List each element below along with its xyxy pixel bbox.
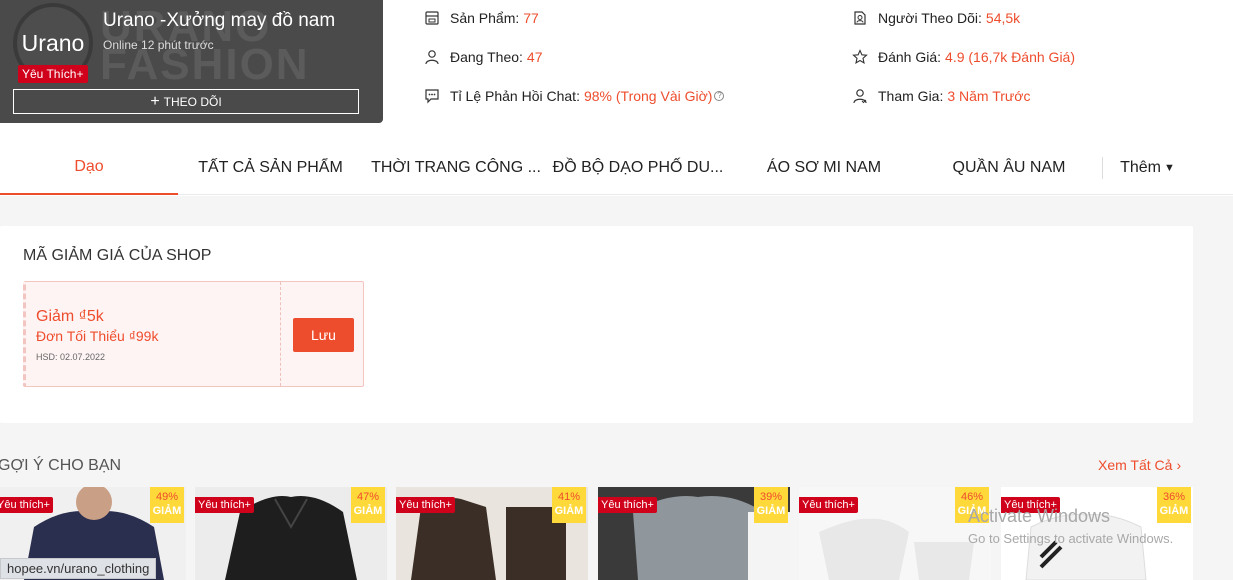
save-voucher-button[interactable]: Lưu — [293, 318, 354, 352]
tab-all-products[interactable]: TẤT CẢ SẢN PHẨM — [188, 140, 353, 195]
shop-card: URANO FASHION Urano Yêu Thích+ Urano -Xư… — [0, 0, 383, 123]
online-status: Online 12 phút trước — [103, 38, 214, 52]
discount-badge: 41% GIẢM — [552, 487, 586, 523]
voucher-card: Giảm ₫5k Đơn Tối Thiểu ₫99k HSD: 02.07.2… — [23, 281, 364, 387]
voucher-expiry: HSD: 02.07.2022 — [36, 352, 106, 362]
preferred-tag: Yêu thích+ — [0, 497, 53, 513]
followers-icon — [854, 11, 866, 25]
chevron-right-icon: › — [1176, 457, 1182, 473]
product-card[interactable]: Yêu thích+ 46% GIẢM — [799, 487, 991, 580]
shop-name: Urano -Xưởng may đồ nam — [103, 10, 336, 31]
star-icon — [852, 49, 868, 65]
product-card[interactable]: Yêu thích+ 47% GIẢM — [195, 487, 387, 580]
stat-products: Sản Phẩm: 77 — [424, 10, 539, 26]
preferred-tag: Yêu thích+ — [396, 497, 455, 513]
shop-nav: Dạo TẤT CẢ SẢN PHẨM THỜI TRANG CÔNG ... … — [0, 140, 1233, 195]
windows-activation-watermark: Activate Windows Go to Settings to activ… — [968, 506, 1174, 546]
see-all-link[interactable]: Xem Tất Cả › — [1098, 457, 1181, 473]
user-icon — [425, 50, 439, 65]
tab-men-shirts[interactable]: ÁO SƠ MI NAM — [745, 140, 903, 195]
voucher-title: Giảm ₫5k — [36, 308, 104, 325]
store-icon — [425, 11, 439, 25]
tab-more[interactable]: Thêm ▼ — [1110, 140, 1185, 195]
product-card[interactable]: Yêu thích+ 41% GIẢM — [396, 487, 588, 580]
tab-office-fashion[interactable]: THỜI TRANG CÔNG ... — [365, 140, 547, 195]
person-icon — [853, 89, 867, 104]
discount-badge: 39% GIẢM — [754, 487, 788, 523]
section-title: MÃ GIẢM GIÁ CỦA SHOP — [23, 247, 212, 264]
help-icon[interactable]: ? — [714, 91, 725, 101]
plus-icon: + — [150, 92, 160, 110]
stat-followers: Người Theo Dõi: 54,5k — [852, 10, 1020, 26]
discount-badge: 47% GIẢM — [351, 487, 385, 523]
product-shape — [819, 518, 909, 580]
stat-joined: Tham Gia: 3 Năm Trước — [852, 88, 1030, 104]
stat-rating: Đánh Giá: 4.9 (16,7k Đánh Giá) — [852, 49, 1075, 65]
product-card[interactable]: Yêu thích+ 39% GIẢM — [598, 487, 790, 580]
preferred-badge: Yêu Thích+ — [18, 65, 88, 83]
browser-status-url: hopee.vn/urano_clothing — [0, 558, 157, 579]
discount-badge: 49% GIẢM — [150, 487, 184, 523]
tab-street-sets[interactable]: ĐỒ BỘ DẠO PHỐ DU... — [552, 140, 724, 195]
preferred-tag: Yêu thích+ — [598, 497, 657, 513]
preferred-tag: Yêu thích+ — [799, 497, 858, 513]
chat-icon — [425, 89, 439, 104]
tab-men-trousers[interactable]: QUẦN ÂU NAM — [930, 140, 1088, 195]
tab-browse[interactable]: Dạo — [0, 140, 178, 195]
shop-voucher-section: MÃ GIẢM GIÁ CỦA SHOP Giảm ₫5k Đơn Tối Th… — [0, 226, 1193, 423]
stat-following: Đang Theo: 47 — [424, 49, 542, 65]
recommend-title: GỢI Ý CHO BẠN — [0, 457, 122, 474]
nav-divider — [1102, 157, 1103, 179]
caret-down-icon: ▼ — [1164, 161, 1175, 174]
voucher-divider — [280, 282, 281, 386]
voucher-min-order: Đơn Tối Thiểu ₫99k — [36, 328, 159, 344]
follow-button[interactable]: + THEO DÕI — [13, 89, 359, 114]
product-shape-2 — [914, 542, 974, 580]
stat-chat-rate: Tỉ Lệ Phản Hồi Chat: 98% (Trong Vài Giờ) … — [424, 88, 725, 104]
preferred-tag: Yêu thích+ — [195, 497, 254, 513]
